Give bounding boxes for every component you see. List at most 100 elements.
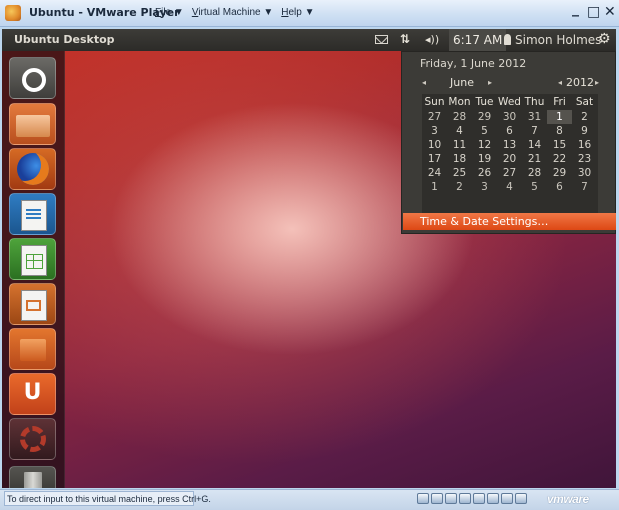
calendar-day[interactable]: 15 (547, 138, 572, 152)
session-gear-icon[interactable]: ⚙ (598, 31, 611, 47)
calendar-day[interactable]: 28 (447, 110, 472, 124)
printer-icon[interactable] (487, 493, 499, 504)
calendar-day[interactable]: 18 (447, 152, 472, 166)
close-button[interactable]: ✕ (604, 4, 616, 20)
calendar-day[interactable]: 14 (522, 138, 547, 152)
calendar-day[interactable]: 5 (522, 180, 547, 194)
vmware-statusbar: To direct input to this virtual machine,… (0, 489, 619, 510)
calendar-day[interactable]: 27 (497, 166, 522, 180)
network-icon[interactable] (459, 493, 471, 504)
calendar-day[interactable]: 7 (522, 124, 547, 138)
user-indicator[interactable]: Simon Holmes (504, 33, 601, 47)
weekday-header: Fri (553, 96, 566, 108)
ubuntu-one-icon[interactable]: U (9, 373, 56, 415)
calendar-day[interactable]: 26 (472, 166, 497, 180)
impress-presentation-icon (21, 290, 47, 321)
weekday-header: Thu (524, 96, 545, 108)
calendar-day[interactable]: 2 (447, 180, 472, 194)
calendar-month: June (450, 76, 474, 89)
calendar-day[interactable]: 3 (422, 124, 447, 138)
calendar-day[interactable]: 19 (472, 152, 497, 166)
weekday-header: Sun (424, 96, 445, 108)
vmware-logo: vmware (547, 492, 589, 506)
calendar-day[interactable]: 31 (522, 110, 547, 124)
calendar-day[interactable]: 1 (422, 180, 447, 194)
calendar-day[interactable]: 13 (497, 138, 522, 152)
trash-icon[interactable] (9, 466, 56, 488)
calendar-day[interactable]: 7 (572, 180, 597, 194)
calendar-day[interactable]: 24 (422, 166, 447, 180)
gear-icon (20, 426, 46, 452)
writer-document-icon (21, 200, 47, 231)
maximize-button[interactable]: □ (587, 4, 600, 20)
calendar-day[interactable]: 30 (572, 166, 597, 180)
calendar-day[interactable]: 5 (472, 124, 497, 138)
calendar-day[interactable]: 1 (547, 110, 572, 124)
system-settings-icon[interactable] (9, 418, 56, 460)
time-date-settings-item[interactable]: Time & Date Settings… (403, 213, 616, 230)
sound-indicator-icon[interactable]: ◂)) (425, 33, 439, 46)
next-year-icon[interactable]: ▸ (595, 78, 599, 87)
ubuntu-top-panel: Ubuntu Desktop ⇅ ◂)) 6:17 AM Simon Holme… (2, 29, 616, 51)
weekday-header: Tue (475, 96, 494, 108)
messaging-menu-icon[interactable] (375, 35, 388, 44)
calendar-day[interactable]: 12 (472, 138, 497, 152)
calendar-day[interactable]: 22 (547, 152, 572, 166)
floppy-icon[interactable] (445, 493, 457, 504)
minimize-button[interactable]: _ (572, 1, 579, 17)
calendar-week-row: 1234567 (422, 180, 598, 194)
weekday-header-row: Sun Mon Tue Wed Thu Fri Sat (422, 94, 598, 110)
usb-icon[interactable] (473, 493, 485, 504)
menu-virtual-machine[interactable]: Virtual Machine ▼ (192, 7, 273, 18)
next-month-icon[interactable]: ▸ (488, 78, 492, 87)
menu-file[interactable]: File ▼ (155, 7, 184, 18)
calendar-day[interactable]: 11 (447, 138, 472, 152)
calendar-day[interactable]: 9 (572, 124, 597, 138)
calc-spreadsheet-icon (21, 245, 47, 276)
calendar-day[interactable]: 28 (522, 166, 547, 180)
calendar-day[interactable]: 6 (497, 124, 522, 138)
calendar-day[interactable]: 6 (547, 180, 572, 194)
vmware-titlebar: Ubuntu - VMware Player File ▼ Virtual Ma… (0, 0, 619, 27)
calendar-day[interactable]: 20 (497, 152, 522, 166)
calendar-date-label: Friday, 1 June 2012 (420, 57, 527, 70)
calendar-day[interactable]: 29 (472, 110, 497, 124)
calendar-day[interactable]: 27 (422, 110, 447, 124)
sound-icon[interactable] (501, 493, 513, 504)
libreoffice-impress-icon[interactable] (9, 283, 56, 325)
calendar-day[interactable]: 2 (572, 110, 597, 124)
ubuntu-software-center-icon[interactable] (9, 328, 56, 370)
calendar-day[interactable]: 16 (572, 138, 597, 152)
hard-disk-icon[interactable] (417, 493, 429, 504)
libreoffice-writer-icon[interactable] (9, 193, 56, 235)
ubuntu-desktop[interactable]: Ubuntu Desktop ⇅ ◂)) 6:17 AM Simon Holme… (2, 29, 616, 488)
calendar-day[interactable]: 29 (547, 166, 572, 180)
calendar-day[interactable]: 10 (422, 138, 447, 152)
calendar-year: 2012 (566, 76, 594, 89)
previous-month-icon[interactable]: ◂ (422, 78, 426, 87)
calendar-day[interactable]: 3 (472, 180, 497, 194)
cd-dvd-icon[interactable] (431, 493, 443, 504)
clock-indicator[interactable]: 6:17 AM (449, 29, 507, 51)
calendar-day[interactable]: 30 (497, 110, 522, 124)
previous-year-icon[interactable]: ◂ (558, 78, 562, 87)
calendar-day[interactable]: 21 (522, 152, 547, 166)
firefox-icon[interactable] (9, 148, 56, 190)
calendar-day[interactable]: 8 (547, 124, 572, 138)
network-indicator-icon[interactable]: ⇅ (400, 32, 410, 46)
calendar-day[interactable]: 23 (572, 152, 597, 166)
unity-launcher: U (2, 51, 65, 488)
home-folder-icon[interactable] (9, 103, 56, 145)
calendar-day[interactable]: 4 (497, 180, 522, 194)
dash-icon[interactable] (9, 57, 56, 99)
display-icon[interactable] (515, 493, 527, 504)
menu-help[interactable]: Help ▼ (281, 7, 314, 18)
weekday-header: Sat (575, 96, 594, 108)
status-message: To direct input to this virtual machine,… (4, 491, 211, 506)
calendar-day[interactable]: 25 (447, 166, 472, 180)
calendar-day[interactable]: 4 (447, 124, 472, 138)
calendar-day[interactable]: 17 (422, 152, 447, 166)
libreoffice-calc-icon[interactable] (9, 238, 56, 280)
trash-bin-icon (24, 472, 42, 488)
folder-icon (16, 115, 50, 137)
